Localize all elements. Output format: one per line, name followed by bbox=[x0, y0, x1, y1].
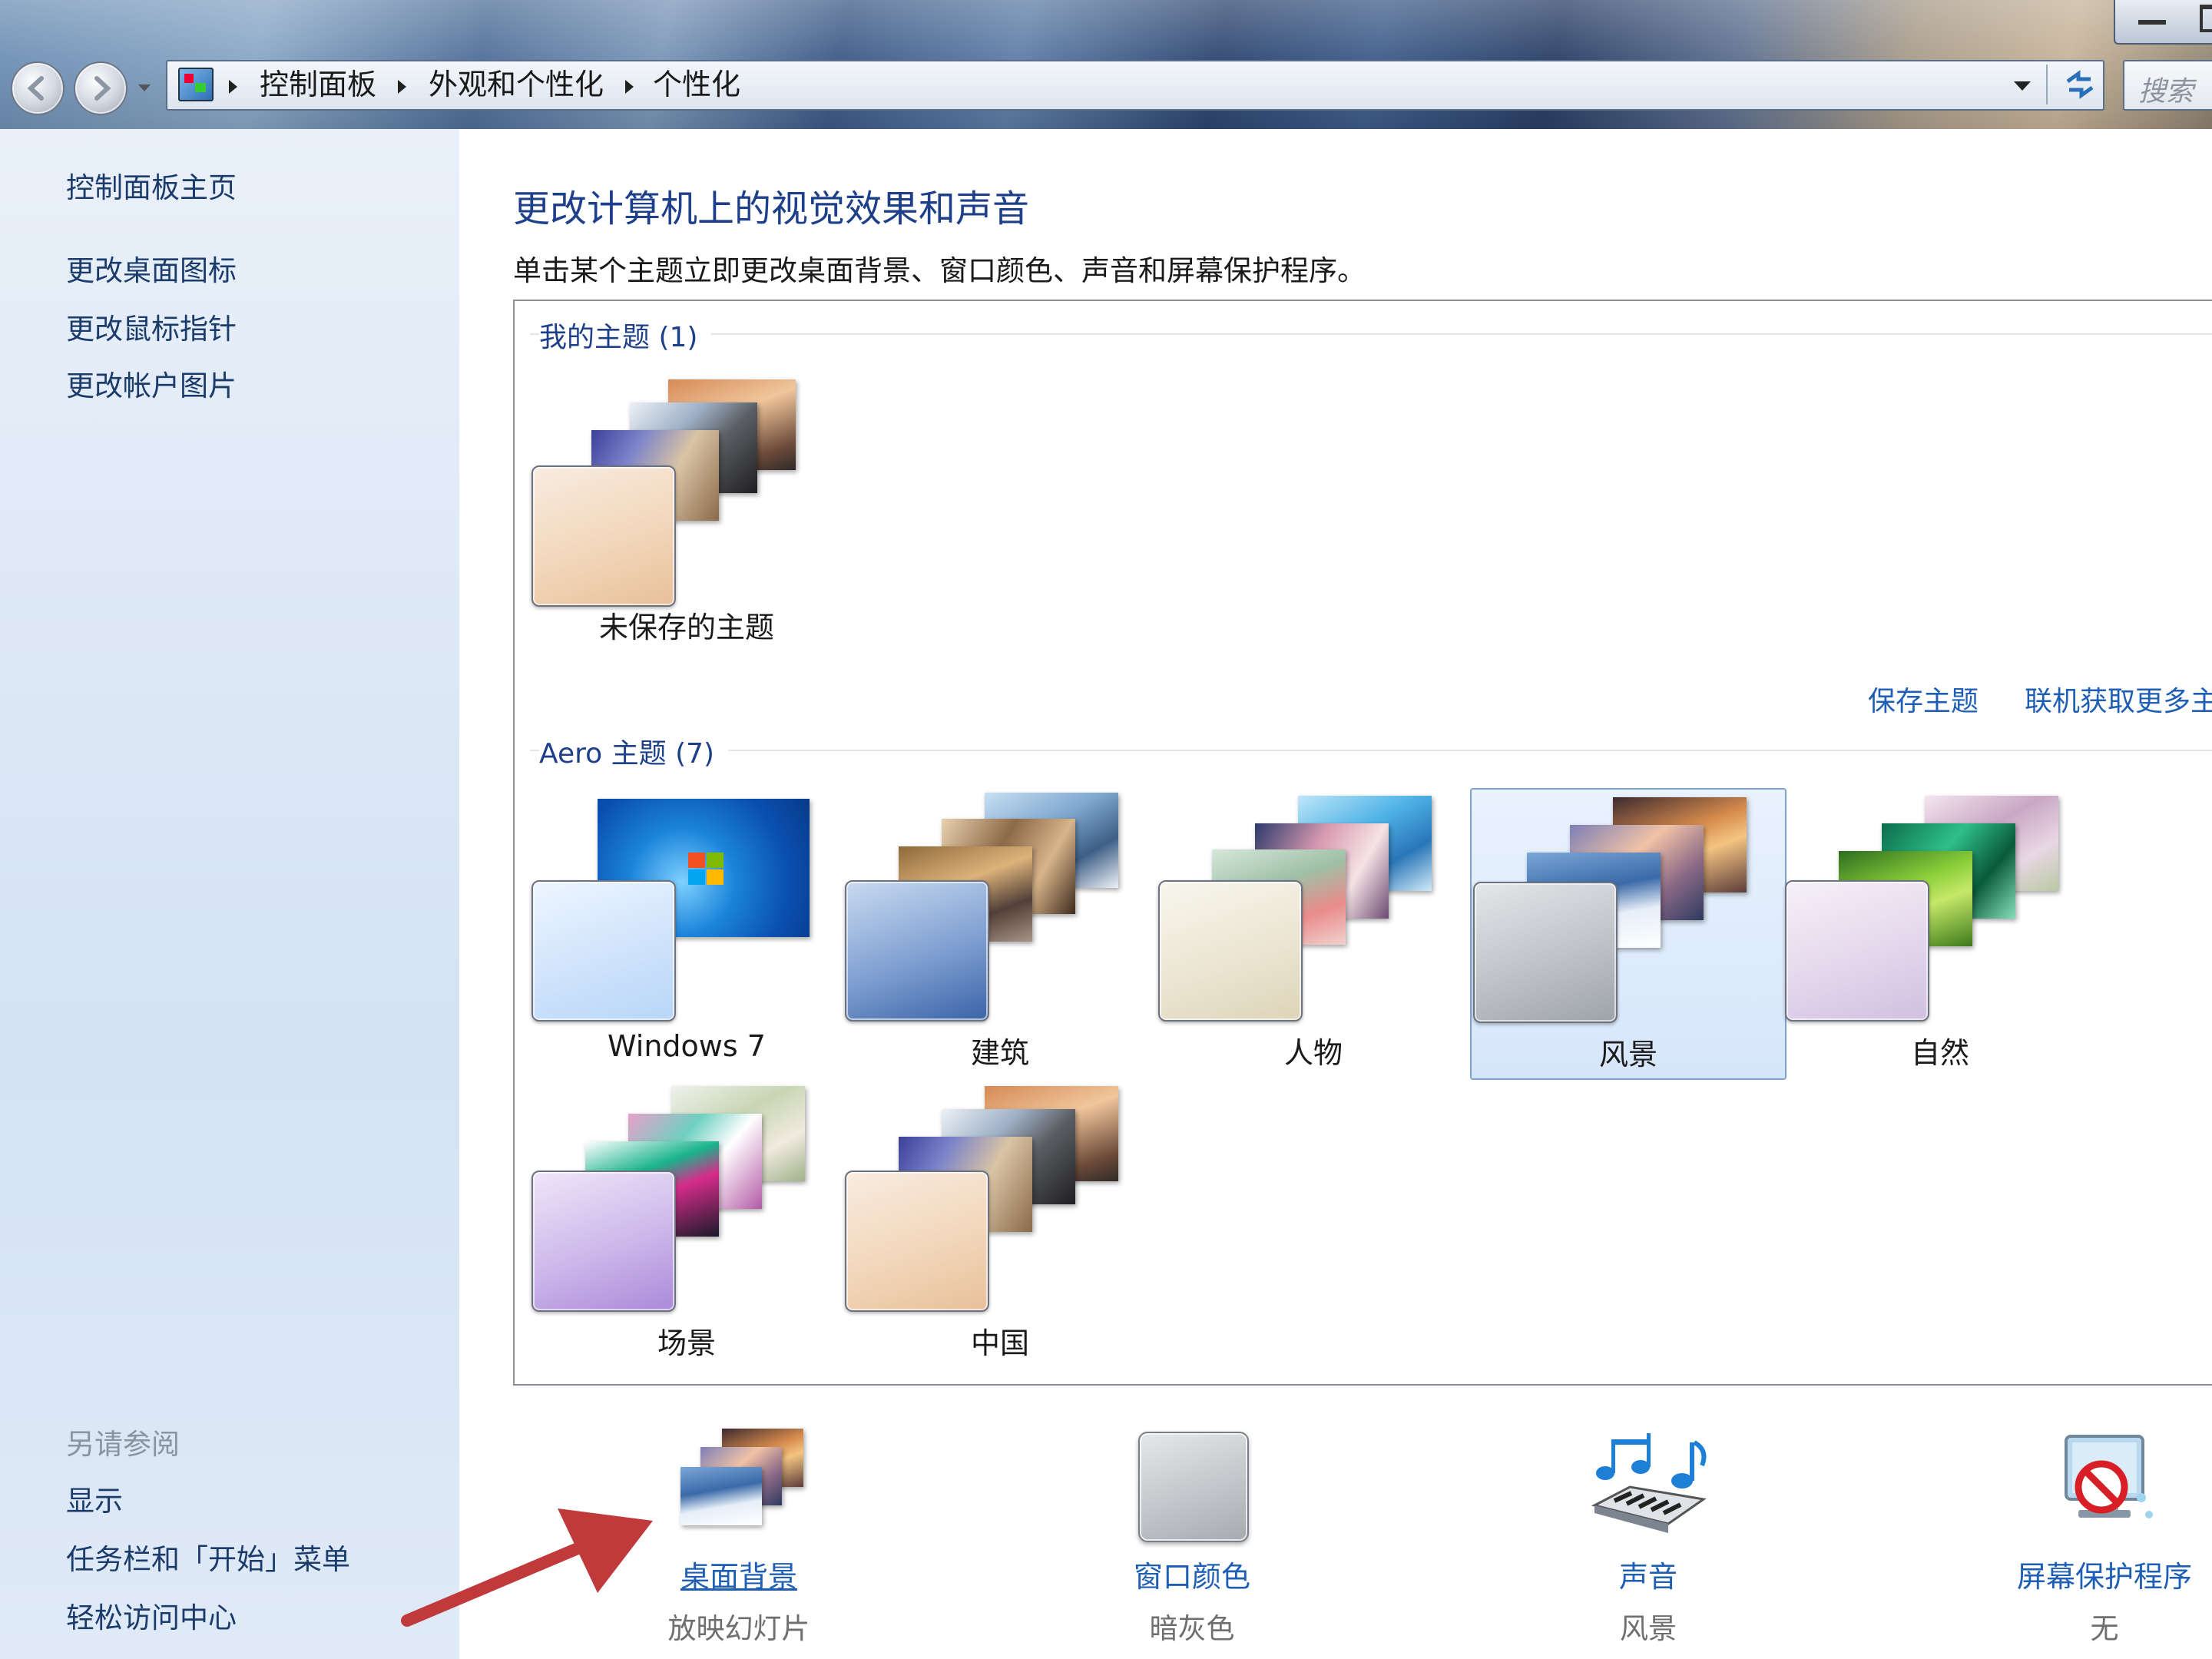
setting-sounds[interactable]: 声音 风景 bbox=[1533, 1424, 1763, 1647]
window-color-icon bbox=[1138, 1432, 1249, 1542]
themes-list: 我的主题 (1) 未保存的主题 保存主题 联机获取更多主 Aero 主题 (7) bbox=[513, 300, 2212, 1386]
theme-china[interactable]: 中国 bbox=[843, 1078, 1157, 1367]
back-arrow-icon bbox=[27, 76, 44, 101]
setting-label[interactable]: 声音 bbox=[1533, 1553, 1763, 1595]
theme-thumbnail bbox=[530, 1078, 843, 1312]
theme-thumbnail bbox=[1783, 788, 2097, 1022]
theme-color-swatch bbox=[531, 1171, 676, 1312]
save-theme-link[interactable]: 保存主题 bbox=[1868, 679, 1979, 719]
windows-logo-icon bbox=[688, 853, 725, 886]
theme-color-swatch bbox=[531, 880, 676, 1022]
breadcrumb-control-panel[interactable]: 控制面板 bbox=[260, 68, 376, 101]
theme-scenes[interactable]: 场景 bbox=[530, 1078, 843, 1367]
my-themes-label: 我的主题 (1) bbox=[539, 315, 712, 355]
theme-nature[interactable]: 自然 bbox=[1783, 788, 2097, 1077]
setting-window-color[interactable]: 窗口颜色 暗灰色 bbox=[1077, 1424, 1307, 1647]
group-divider bbox=[530, 750, 2212, 751]
setting-label[interactable]: 窗口颜色 bbox=[1077, 1553, 1307, 1595]
theme-thumbnail bbox=[1157, 788, 1470, 1022]
setting-value: 风景 bbox=[1620, 1612, 1677, 1645]
breadcrumb-separator-icon bbox=[625, 80, 634, 94]
setting-screen-saver[interactable]: 屏幕保护程序 无 bbox=[1989, 1424, 2212, 1647]
theme-color-swatch bbox=[1785, 880, 1929, 1022]
theme-landscapes[interactable]: 风景 bbox=[1470, 788, 1786, 1080]
breadcrumb-separator-icon bbox=[398, 80, 406, 94]
breadcrumb-separator-icon bbox=[229, 80, 237, 94]
search-input[interactable]: 搜索 bbox=[2123, 60, 2212, 111]
theme-label: Windows 7 bbox=[608, 1029, 766, 1063]
sidebar-control-panel-home[interactable]: 控制面板主页 bbox=[66, 164, 237, 206]
control-panel-icon bbox=[178, 68, 214, 101]
screensaver-icon bbox=[2065, 1435, 2153, 1518]
search-placeholder: 搜索 bbox=[2138, 76, 2194, 108]
group-divider bbox=[530, 333, 2212, 335]
window-minimize-button[interactable] bbox=[2114, 0, 2212, 45]
theme-color-swatch bbox=[1158, 880, 1303, 1022]
get-more-themes-online-link[interactable]: 联机获取更多主 bbox=[2025, 679, 2212, 719]
theme-label: 建筑 bbox=[970, 1036, 1029, 1070]
recent-pages-dropdown-icon[interactable] bbox=[138, 84, 151, 91]
see-also-display[interactable]: 显示 bbox=[66, 1478, 123, 1519]
breadcrumb-personalization[interactable]: 个性化 bbox=[653, 68, 740, 101]
address-bar[interactable]: 控制面板 外观和个性化 个性化 bbox=[166, 60, 2104, 111]
theme-windows7[interactable]: Windows 7 bbox=[530, 788, 843, 1077]
page-description: 单击某个主题立即更改桌面背景、窗口颜色、声音和屏幕保护程序。 bbox=[513, 254, 1366, 287]
theme-label: 场景 bbox=[657, 1326, 716, 1360]
theme-color-swatch bbox=[845, 880, 989, 1022]
forward-arrow-icon bbox=[94, 76, 111, 101]
breadcrumb-appearance[interactable]: 外观和个性化 bbox=[429, 68, 604, 101]
see-also-ease-of-access[interactable]: 轻松访问中心 bbox=[66, 1594, 237, 1636]
sidebar-change-mouse-pointers[interactable]: 更改鼠标指针 bbox=[66, 306, 237, 347]
setting-value: 暗灰色 bbox=[1149, 1612, 1235, 1645]
theme-label: 风景 bbox=[1598, 1038, 1657, 1071]
theme-unsaved[interactable]: 未保存的主题 bbox=[530, 363, 843, 651]
see-also-taskbar-start-menu[interactable]: 任务栏和「开始」菜单 bbox=[66, 1536, 350, 1578]
see-also-title: 另请参阅 bbox=[66, 1428, 180, 1461]
theme-label: 自然 bbox=[1910, 1036, 1969, 1070]
sidebar: 控制面板主页 更改桌面图标 更改鼠标指针 更改帐户图片 另请参阅 显示 任务栏和… bbox=[0, 129, 459, 1659]
theme-color-swatch bbox=[845, 1171, 989, 1312]
aero-themes-label: Aero 主题 (7) bbox=[539, 731, 729, 771]
address-dropdown-icon[interactable] bbox=[2014, 81, 2031, 91]
theme-label: 未保存的主题 bbox=[598, 611, 774, 644]
theme-thumbnail bbox=[530, 788, 843, 1022]
theme-color-swatch bbox=[531, 465, 676, 607]
refresh-icon[interactable] bbox=[2063, 69, 2097, 100]
setting-value: 无 bbox=[2090, 1612, 2119, 1645]
sidebar-change-account-picture[interactable]: 更改帐户图片 bbox=[66, 363, 237, 404]
window-chrome: 控制面板 外观和个性化 个性化 搜索 bbox=[0, 0, 2212, 129]
theme-architecture[interactable]: 建筑 bbox=[843, 788, 1157, 1077]
theme-color-swatch bbox=[1473, 882, 1618, 1023]
back-button[interactable] bbox=[11, 61, 65, 115]
theme-thumbnail bbox=[843, 1078, 1157, 1312]
sidebar-change-desktop-icons[interactable]: 更改桌面图标 bbox=[66, 247, 237, 289]
setting-label[interactable]: 屏幕保护程序 bbox=[1989, 1553, 2212, 1595]
theme-characters[interactable]: 人物 bbox=[1157, 788, 1470, 1077]
page-title: 更改计算机上的视觉效果和声音 bbox=[513, 187, 1030, 230]
desktop-background-icon bbox=[670, 1424, 808, 1547]
theme-thumbnail bbox=[1472, 790, 1785, 1023]
theme-label: 中国 bbox=[970, 1326, 1029, 1360]
sound-notes-icon bbox=[1591, 1433, 1707, 1533]
theme-thumbnail bbox=[530, 363, 843, 607]
annotation-arrow bbox=[401, 1508, 653, 1627]
theme-label: 人物 bbox=[1283, 1036, 1343, 1070]
theme-thumbnail bbox=[843, 788, 1157, 1022]
forward-button[interactable] bbox=[74, 61, 127, 115]
